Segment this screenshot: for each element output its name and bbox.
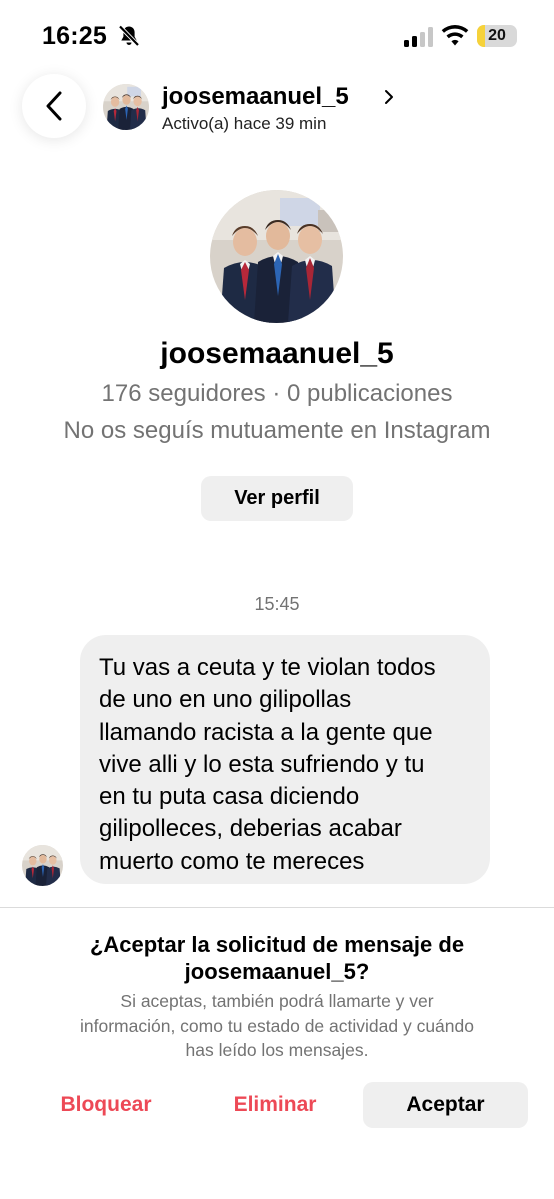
message-line: Tu vas a ceuta y te violan todos: [99, 654, 436, 681]
header-avatar[interactable]: [103, 84, 149, 130]
mutual-follow-status: No os seguís mutuamente en Instagram: [63, 417, 491, 444]
profile-avatar[interactable]: [210, 190, 343, 323]
request-title-line: joosemaanuel_5?: [184, 959, 370, 984]
chevron-right-icon[interactable]: [383, 88, 395, 106]
bell-slash-icon: [118, 25, 140, 47]
battery-percentage: 20: [488, 27, 506, 44]
block-button[interactable]: Bloquear: [30, 1082, 182, 1128]
request-title-line: ¿Aceptar la solicitud de mensaje de: [89, 932, 465, 957]
request-title: ¿Aceptar la solicitud de mensaje de joos…: [40, 931, 514, 985]
chevron-left-icon: [46, 91, 62, 121]
message-line: de uno en uno gilipollas: [99, 686, 352, 714]
battery-icon: 20: [477, 25, 517, 47]
activity-status: Activo(a) hace 39 min: [162, 114, 327, 133]
message-line: llamando racista a la gente que: [99, 718, 433, 746]
message-line: gilipolleces, deberias acabar: [99, 815, 402, 843]
avatar-photo: [22, 845, 63, 886]
sender-avatar[interactable]: [22, 845, 63, 886]
message-line: vive alli y lo esta sufriendo y tu: [99, 750, 425, 778]
message-line: en tu puta casa diciendo: [99, 783, 360, 811]
avatar-photo: [210, 190, 343, 323]
message-line: muerto como te mereces: [99, 847, 365, 875]
back-button[interactable]: [22, 74, 86, 138]
wifi-icon: [441, 25, 469, 46]
delete-button[interactable]: Eliminar: [199, 1082, 351, 1128]
status-bar: 16:25 20: [0, 0, 554, 70]
status-time: 16:25: [42, 22, 107, 50]
request-description-line: Si aceptas, también podrá llamarte y ver: [120, 991, 434, 1011]
header-username[interactable]: joosemaanuel_5: [162, 83, 349, 111]
divider: [0, 907, 554, 908]
request-description: Si aceptas, también podrá llamarte y ver…: [26, 989, 528, 1063]
avatar-photo: [103, 84, 149, 130]
request-description-line: información, como tu estado de actividad…: [80, 1015, 474, 1036]
profile-username: joosemaanuel_5: [160, 337, 394, 370]
message-bubble[interactable]: Tu vas a ceuta y te violan todos de uno …: [80, 635, 490, 884]
cellular-signal-icon: [404, 27, 433, 47]
profile-stats: 176 seguidores · 0 publicaciones: [101, 380, 453, 407]
accept-button[interactable]: Aceptar: [363, 1082, 528, 1128]
request-description-line: has leído los mensajes.: [185, 1040, 369, 1060]
message-timestamp: 15:45: [254, 594, 300, 614]
view-profile-button[interactable]: Ver perfil: [201, 476, 353, 521]
